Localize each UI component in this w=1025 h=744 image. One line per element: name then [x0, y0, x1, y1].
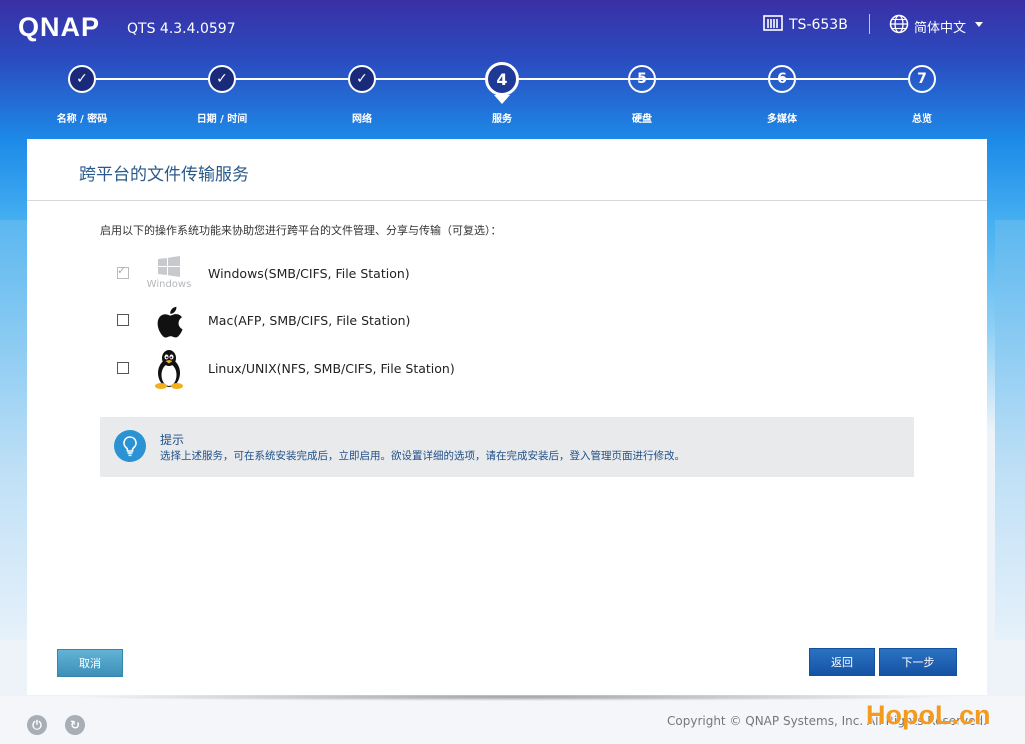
step-7-label: 总览 — [912, 114, 932, 125]
firmware-version: QTS 4.3.4.0597 — [127, 21, 236, 37]
linux-option-label: Linux/UNIX(NFS, SMB/CIFS, File Station) — [208, 361, 455, 376]
windows-icon: Windows — [143, 251, 195, 295]
language-selector[interactable]: 简体中文 — [889, 14, 966, 38]
step-1-done-icon: ✓ — [68, 65, 96, 93]
step-2-label: 日期 / 时间 — [196, 114, 248, 125]
step-5-label: 硬盘 — [632, 114, 652, 125]
device-name: TS-653B — [763, 15, 848, 35]
next-button[interactable]: 下一步 — [879, 648, 957, 676]
step-5: 5 — [628, 65, 656, 93]
chevron-down-icon[interactable] — [975, 22, 983, 27]
step-7: 7 — [908, 65, 936, 93]
option-windows: ✓ — [117, 264, 129, 279]
wizard-panel: 跨平台的文件传输服务 启用以下的操作系统功能来协助您进行跨平台的文件管理、分享与… — [27, 139, 987, 695]
lightbulb-icon — [114, 430, 146, 462]
watermark-logo: HopoL.cn — [866, 700, 991, 730]
windows-option-label: Windows(SMB/CIFS, File Station) — [208, 266, 410, 281]
qnap-logo: QNAP — [18, 12, 101, 42]
language-label: 简体中文 — [914, 20, 967, 36]
step-4-current: 4 — [485, 62, 519, 96]
background-side-left — [0, 220, 30, 640]
intro-text: 启用以下的操作系统功能来协助您进行跨平台的文件管理、分享与传输（可复选）： — [100, 224, 502, 237]
step-1-label: 名称 / 密码 — [56, 114, 108, 125]
panel-title: 跨平台的文件传输服务 — [79, 165, 249, 185]
windows-icon-caption: Windows — [146, 279, 192, 290]
linux-tux-icon — [143, 347, 195, 391]
option-linux — [117, 362, 129, 374]
background-side-right — [995, 220, 1025, 640]
stepper-line-completed — [96, 78, 486, 80]
mac-option-label: Mac(AFP, SMB/CIFS, File Station) — [208, 313, 411, 328]
apple-icon — [143, 300, 195, 344]
step-4-label: 服务 — [492, 114, 512, 125]
globe-icon — [889, 14, 909, 38]
step-6: 6 — [768, 65, 796, 93]
cancel-button[interactable]: 取消 — [57, 649, 123, 677]
device-name-label: TS-653B — [789, 17, 848, 33]
step-3-label: 网络 — [352, 114, 372, 125]
step-6-label: 多媒体 — [767, 114, 797, 125]
stepper-line-remaining — [518, 78, 910, 80]
tip-title: 提示 — [160, 433, 185, 447]
linux-checkbox[interactable] — [117, 362, 129, 374]
tip-box: 提示 选择上述服务，可在系统安装完成后，立即启用。欲设置详细的选项，请在完成安装… — [100, 417, 914, 477]
restart-icon[interactable]: ↻ — [65, 715, 85, 735]
back-button[interactable]: 返回 — [809, 648, 875, 676]
windows-checkbox[interactable]: ✓ — [117, 264, 129, 279]
current-step-pointer — [494, 95, 510, 104]
nas-device-icon — [763, 15, 783, 35]
step-2-done-icon: ✓ — [208, 65, 236, 93]
step-3-done-icon: ✓ — [348, 65, 376, 93]
tip-text: 选择上述服务，可在系统安装完成后，立即启用。欲设置详细的选项，请在完成安装后，登… — [160, 450, 685, 462]
option-mac — [117, 314, 129, 326]
header-divider — [869, 14, 870, 34]
power-icon[interactable]: ⏻ — [27, 715, 47, 735]
panel-divider — [27, 200, 987, 201]
mac-checkbox[interactable] — [117, 314, 129, 326]
